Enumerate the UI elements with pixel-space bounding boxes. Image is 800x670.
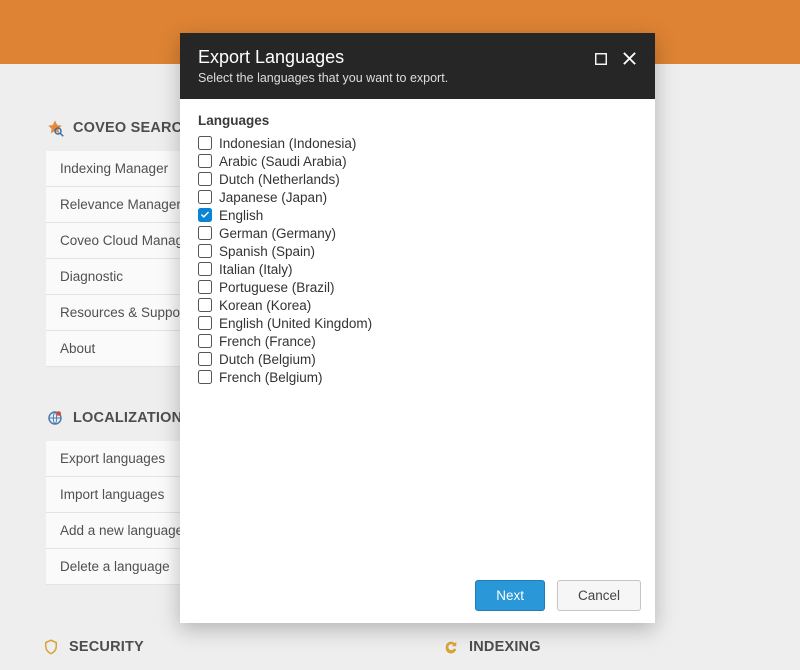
languages-list: Indonesian (Indonesia) Arabic (Saudi Arab… (198, 134, 637, 386)
language-checkbox[interactable] (198, 280, 212, 294)
language-label: Italian (Italy) (219, 262, 293, 277)
language-label: Indonesian (Indonesia) (219, 136, 356, 151)
language-checkbox[interactable] (198, 244, 212, 258)
language-checkbox[interactable] (198, 262, 212, 276)
language-row-12[interactable]: Dutch (Belgium) (198, 350, 637, 368)
language-row-8[interactable]: Portuguese (Brazil) (198, 278, 637, 296)
language-row-5[interactable]: German (Germany) (198, 224, 637, 242)
maximize-icon[interactable] (593, 51, 608, 66)
language-checkbox[interactable] (198, 136, 212, 150)
language-label: Dutch (Netherlands) (219, 172, 340, 187)
language-label: Japanese (Japan) (219, 190, 327, 205)
language-row-1[interactable]: Arabic (Saudi Arabia) (198, 152, 637, 170)
language-label: French (Belgium) (219, 370, 323, 385)
refresh-icon (442, 638, 460, 656)
search-icon (46, 119, 64, 137)
section-heading-indexing: INDEXING (442, 638, 780, 656)
language-row-9[interactable]: Korean (Korea) (198, 296, 637, 314)
language-checkbox[interactable] (198, 316, 212, 330)
language-checkbox[interactable] (198, 370, 212, 384)
language-label: Korean (Korea) (219, 298, 311, 313)
language-label: Spanish (Spain) (219, 244, 315, 259)
language-checkbox[interactable] (198, 298, 212, 312)
language-label: French (France) (219, 334, 316, 349)
language-row-13[interactable]: French (Belgium) (198, 368, 637, 386)
language-row-3[interactable]: Japanese (Japan) (198, 188, 637, 206)
dialog-header: Export Languages Select the languages th… (180, 33, 655, 99)
language-checkbox[interactable] (198, 226, 212, 240)
languages-label: Languages (198, 113, 637, 128)
language-label: German (Germany) (219, 226, 336, 241)
language-checkbox[interactable] (198, 208, 212, 222)
language-label: Dutch (Belgium) (219, 352, 316, 367)
language-row-11[interactable]: French (France) (198, 332, 637, 350)
dialog-body: Languages Indonesian (Indonesia) Arabic (… (180, 99, 655, 568)
globe-icon (46, 409, 64, 427)
language-row-0[interactable]: Indonesian (Indonesia) (198, 134, 637, 152)
cancel-button[interactable]: Cancel (557, 580, 641, 611)
dialog-subtitle: Select the languages that you want to ex… (198, 71, 448, 85)
language-row-7[interactable]: Italian (Italy) (198, 260, 637, 278)
language-label: Arabic (Saudi Arabia) (219, 154, 347, 169)
language-checkbox[interactable] (198, 190, 212, 204)
language-label: English (United Kingdom) (219, 316, 372, 331)
section-label: INDEXING (469, 639, 541, 655)
language-checkbox[interactable] (198, 334, 212, 348)
section-label: SECURITY (69, 639, 144, 655)
close-icon[interactable] (622, 51, 637, 66)
dialog-footer: Next Cancel (180, 568, 655, 623)
section-heading-security: SECURITY (42, 638, 380, 656)
language-label: Portuguese (Brazil) (219, 280, 335, 295)
section-label: COVEO SEARCH (73, 120, 193, 136)
language-label: English (219, 208, 263, 223)
language-checkbox[interactable] (198, 154, 212, 168)
shield-icon (42, 638, 60, 656)
dialog-title: Export Languages (198, 47, 448, 68)
next-button[interactable]: Next (475, 580, 545, 611)
language-row-6[interactable]: Spanish (Spain) (198, 242, 637, 260)
language-row-10[interactable]: English (United Kingdom) (198, 314, 637, 332)
language-checkbox[interactable] (198, 172, 212, 186)
language-row-4[interactable]: English (198, 206, 637, 224)
language-checkbox[interactable] (198, 352, 212, 366)
section-label: LOCALIZATION (73, 410, 182, 426)
export-languages-dialog: Export Languages Select the languages th… (180, 33, 655, 623)
language-row-2[interactable]: Dutch (Netherlands) (198, 170, 637, 188)
